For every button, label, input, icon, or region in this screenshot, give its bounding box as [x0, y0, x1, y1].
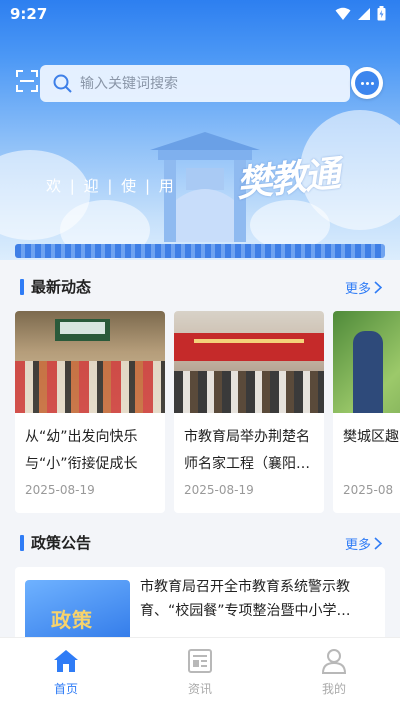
search-icon	[53, 74, 72, 93]
signal-icon	[358, 7, 370, 20]
chevron-right-icon	[374, 281, 382, 294]
policy-more-label: 更多	[344, 538, 371, 553]
news-title: 市教育局举办荆楚名师名家工程（襄阳…	[184, 429, 310, 472]
news-image	[15, 311, 165, 413]
news-icon	[188, 649, 212, 673]
news-card[interactable]: 樊城区趣味采 2025-08	[333, 311, 400, 513]
battery-icon	[377, 6, 386, 21]
status-bar: 9:27	[0, 0, 400, 30]
news-section-header: 最新动态 更多	[20, 276, 382, 300]
tab-label: 资讯	[187, 682, 212, 696]
tab-news[interactable]: 资讯	[155, 648, 245, 697]
news-date: 2025-08-19	[184, 483, 254, 497]
brand-logo: 樊教通	[234, 152, 341, 206]
news-date: 2025-08	[343, 483, 394, 497]
message-button[interactable]	[351, 67, 383, 99]
policy-section-header: 政策公告 更多	[20, 532, 382, 556]
search-bar[interactable]	[40, 65, 350, 102]
policy-title: 市教育局召开全市教育系统警示教育、“校园餐”专项整治暨中小学…	[140, 579, 351, 619]
banner-strip	[15, 244, 385, 258]
policy-item[interactable]: 政策 市教育局召开全市教育系统警示教育、“校园餐”专项整治暨中小学…	[15, 567, 385, 647]
scan-icon[interactable]	[16, 70, 38, 92]
hero-banner	[0, 0, 400, 260]
news-title: 樊城区趣味采	[343, 429, 400, 445]
policy-thumb-text: 政策	[51, 608, 93, 632]
news-more-link[interactable]: 更多	[345, 278, 382, 297]
policy-more-link[interactable]: 更多	[345, 534, 382, 553]
bottom-tab-bar: 首页 资讯 我的	[0, 637, 400, 711]
news-title: 从“幼”出发向快乐与“小”衔接促成长	[25, 429, 138, 472]
news-image	[333, 311, 400, 413]
tab-label: 我的	[321, 682, 346, 696]
search-input[interactable]	[80, 65, 340, 102]
news-image	[174, 311, 324, 413]
news-card[interactable]: 市教育局举办荆楚名师名家工程（襄阳… 2025-08-19	[174, 311, 324, 513]
status-time: 9:27	[10, 5, 48, 23]
section-marker	[20, 279, 24, 295]
news-section-title: 最新动态	[31, 278, 92, 296]
tab-label: 首页	[53, 682, 78, 696]
news-more-label: 更多	[344, 282, 371, 297]
tab-home[interactable]: 首页	[21, 648, 111, 697]
chevron-right-icon	[374, 537, 382, 550]
news-card[interactable]: 从“幼”出发向快乐与“小”衔接促成长 2025-08-19	[15, 311, 165, 513]
tab-profile[interactable]: 我的	[289, 648, 379, 697]
wifi-icon	[335, 7, 351, 20]
home-icon	[54, 650, 78, 672]
welcome-text: 欢 | 迎 | 使 | 用	[46, 177, 176, 195]
profile-icon	[321, 649, 347, 674]
news-carousel[interactable]: 从“幼”出发向快乐与“小”衔接促成长 2025-08-19 市教育局举办荆楚名师…	[15, 311, 400, 513]
news-date: 2025-08-19	[25, 483, 95, 497]
section-marker	[20, 535, 24, 551]
policy-section-title: 政策公告	[31, 534, 92, 552]
chat-icon	[355, 71, 379, 95]
